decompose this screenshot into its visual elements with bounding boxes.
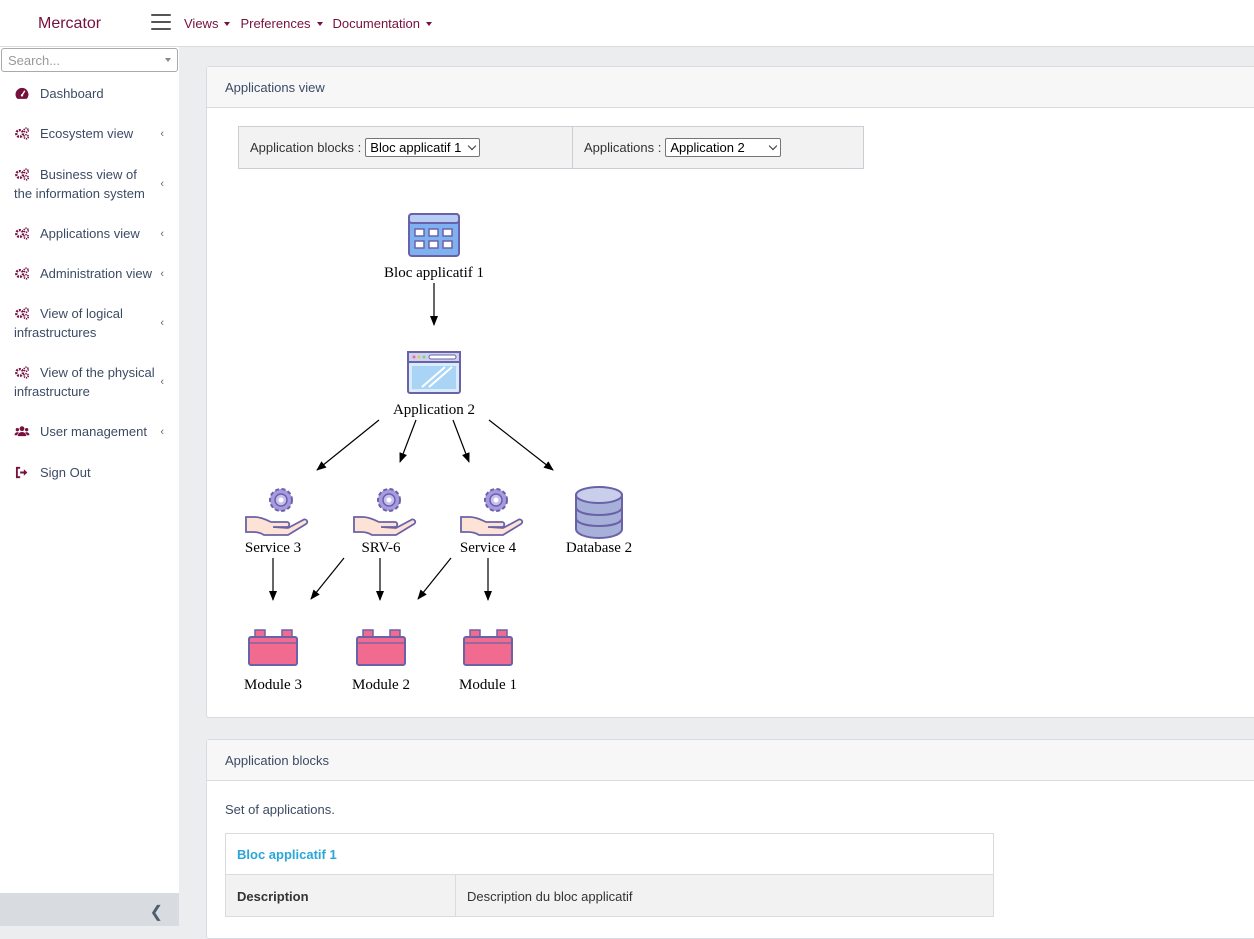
caret-down-icon xyxy=(316,21,323,26)
node-application-block[interactable]: Bloc applicatif 1 xyxy=(384,213,484,281)
sidebar-item-sign-out[interactable]: Sign Out xyxy=(0,464,179,483)
chevron-left-icon: ‹ xyxy=(160,268,164,280)
sidebar-item-ecosystem[interactable]: Ecosystem view ‹ xyxy=(0,125,179,144)
cogs-icon xyxy=(15,227,30,240)
menu-toggle-icon[interactable] xyxy=(151,14,171,32)
sidebar-footer: ❮ xyxy=(0,893,179,926)
sidebar-item-applications-view[interactable]: Applications view ‹ xyxy=(0,225,179,244)
dropdown-arrow-icon xyxy=(165,58,171,62)
sidebar-item-physical-infrastructure[interactable]: View of the physical infrastructure ‹ xyxy=(0,364,179,401)
node-srv-6[interactable]: SRV-6 xyxy=(353,488,417,556)
sidebar-collapse-icon[interactable]: ❮ xyxy=(150,902,163,922)
edge-srv6-mod3 xyxy=(310,557,345,600)
edge-app2-srv6 xyxy=(399,419,417,463)
chevron-left-icon: ‹ xyxy=(160,317,164,329)
nav-documentation[interactable]: Documentation xyxy=(333,16,432,31)
caret-down-icon xyxy=(224,21,231,26)
table-row: Description Description du bloc applicat… xyxy=(226,875,993,916)
top-header: Mercator Views Preferences Documentation xyxy=(0,0,1254,47)
service-hand-gear-icon xyxy=(245,488,309,536)
node-service-4[interactable]: Service 4 xyxy=(460,488,524,556)
node-label: Service 4 xyxy=(460,540,517,556)
node-label: Service 3 xyxy=(245,540,301,556)
search-select[interactable] xyxy=(1,48,178,72)
node-database[interactable]: Database 2 xyxy=(566,486,632,556)
chevron-left-icon: ‹ xyxy=(160,178,164,190)
node-label: Database 2 xyxy=(566,540,632,556)
application-blocks-card: Application blocks Set of applications. … xyxy=(206,739,1254,939)
application-block-icon xyxy=(408,213,460,257)
application-window-icon xyxy=(407,351,461,394)
users-icon xyxy=(14,426,30,437)
node-application[interactable]: Application 2 xyxy=(393,351,475,418)
node-module-2[interactable]: Module 2 xyxy=(352,629,410,693)
database-icon xyxy=(575,486,623,540)
nav-views[interactable]: Views xyxy=(184,16,231,31)
top-nav: Views Preferences Documentation xyxy=(184,16,442,31)
node-module-3[interactable]: Module 3 xyxy=(244,629,302,693)
chevron-left-icon: ‹ xyxy=(160,376,164,388)
section-description: Set of applications. xyxy=(225,802,335,817)
node-module-1[interactable]: Module 1 xyxy=(459,629,517,693)
edge-svc4-mod2 xyxy=(417,557,452,600)
block-name-link[interactable]: Bloc applicatif 1 xyxy=(226,834,993,875)
block-details-table: Bloc applicatif 1 Description Descriptio… xyxy=(225,833,994,917)
node-label: Application 2 xyxy=(393,402,475,418)
node-label: Bloc applicatif 1 xyxy=(384,265,484,281)
card-title: Application blocks xyxy=(207,740,1254,781)
nav-preferences[interactable]: Preferences xyxy=(240,16,323,31)
edge-app2-svc3 xyxy=(316,419,380,471)
application-graph: Bloc applicatif 1 Application 2 Service … xyxy=(244,213,632,693)
node-label: Module 2 xyxy=(352,677,410,693)
row-value: Description du bloc applicatif xyxy=(467,889,633,904)
sign-out-icon xyxy=(15,466,28,479)
cogs-icon xyxy=(15,168,30,181)
dashboard-icon xyxy=(15,87,29,99)
module-icon xyxy=(356,629,406,666)
service-hand-gear-icon xyxy=(353,488,417,536)
module-icon xyxy=(248,629,298,666)
cogs-icon xyxy=(15,267,30,280)
chevron-left-icon: ‹ xyxy=(160,426,164,438)
node-service-3[interactable]: Service 3 xyxy=(245,488,309,556)
cogs-icon xyxy=(15,307,30,320)
sidebar-item-business-view[interactable]: Business view of the information system ‹ xyxy=(0,166,179,203)
chevron-left-icon: ‹ xyxy=(160,228,164,240)
brand-logo[interactable]: Mercator xyxy=(38,15,101,33)
sidebar-item-dashboard[interactable]: Dashboard xyxy=(0,85,179,104)
edge-app2-db2 xyxy=(488,419,554,471)
chevron-left-icon: ‹ xyxy=(160,128,164,140)
module-icon xyxy=(463,629,513,666)
node-label: SRV-6 xyxy=(361,540,401,556)
search-input[interactable] xyxy=(8,50,158,70)
service-hand-gear-icon xyxy=(460,488,524,536)
row-key: Description xyxy=(226,875,456,916)
caret-down-icon xyxy=(426,21,432,26)
cogs-icon xyxy=(15,127,30,140)
cogs-icon xyxy=(15,366,30,379)
node-label: Module 1 xyxy=(459,677,517,693)
sidebar-item-logical-infrastructures[interactable]: View of logical infrastructures ‹ xyxy=(0,305,179,342)
sidebar-item-user-management[interactable]: User management ‹ xyxy=(0,423,179,442)
sidebar-item-administration-view[interactable]: Administration view ‹ xyxy=(0,265,179,284)
applications-view-card: Applications view Application blocks : B… xyxy=(206,66,1254,718)
node-label: Module 3 xyxy=(244,677,302,693)
edge-app2-svc4 xyxy=(452,419,470,463)
sidebar: Dashboard Ecosystem view‹ Business view … xyxy=(0,47,179,926)
